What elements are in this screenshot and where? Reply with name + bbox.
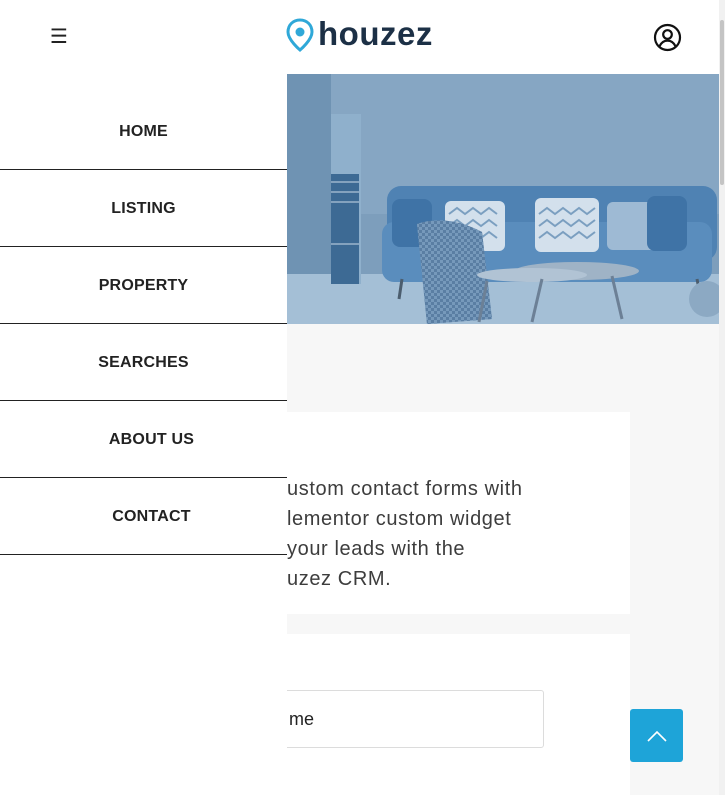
nav-item-contact[interactable]: CONTACT (0, 478, 287, 555)
content-line: uzez CRM. (287, 568, 392, 590)
nav-item-home[interactable]: HOME (0, 93, 287, 170)
logo-text: houzez (318, 15, 433, 52)
nav-divider (0, 554, 287, 555)
content-line: ustom contact forms with (287, 478, 523, 500)
back-to-top-button[interactable] (630, 709, 683, 762)
nav-item-property[interactable]: PROPERTY (0, 247, 287, 324)
content-description: ustom contact forms with lementor custom… (287, 474, 607, 594)
user-account-icon[interactable] (653, 23, 682, 52)
page-scrollbar[interactable] (719, 0, 725, 795)
content-line: your leads with the (287, 538, 466, 560)
nav-item-listing[interactable]: LISTING (0, 170, 287, 247)
name-input[interactable] (276, 690, 544, 748)
mobile-nav-panel: HOME LISTING PROPERTY SEARCHES ABOUT US … (0, 74, 287, 795)
content-line: lementor custom widget (287, 508, 512, 530)
hero-image (287, 74, 720, 324)
living-room-illustration (287, 74, 720, 324)
site-logo[interactable]: houzez (286, 15, 433, 54)
scrollbar-thumb[interactable] (720, 20, 724, 185)
hamburger-icon[interactable]: ☰ (48, 22, 70, 50)
nav-item-searches[interactable]: SEARCHES (0, 324, 287, 401)
location-pin-icon (286, 18, 314, 52)
chevron-up-icon (646, 730, 667, 742)
site-header: ☰ houzez (0, 0, 725, 74)
nav-item-about-us[interactable]: ABOUT US (0, 401, 287, 478)
